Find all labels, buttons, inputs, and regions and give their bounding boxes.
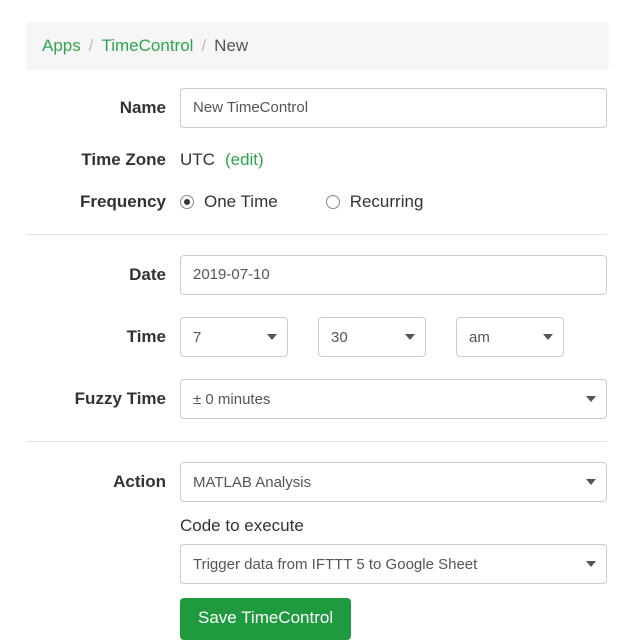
frequency-recurring-radio[interactable]: Recurring xyxy=(326,192,424,212)
save-timecontrol-button[interactable]: Save TimeControl xyxy=(180,598,351,640)
fuzzy-time-label: Fuzzy Time xyxy=(26,389,180,409)
time-minute-value: 30 xyxy=(331,329,348,346)
radio-icon xyxy=(326,195,340,209)
chevron-down-icon xyxy=(586,479,596,485)
time-hour-value: 7 xyxy=(193,329,201,346)
divider xyxy=(26,441,607,442)
radio-icon xyxy=(180,195,194,209)
code-to-execute-value: Trigger data from IFTTT 5 to Google Shee… xyxy=(193,556,477,573)
frequency-label: Frequency xyxy=(26,192,180,212)
action-select[interactable]: MATLAB Analysis xyxy=(180,462,607,502)
breadcrumb-apps-link[interactable]: Apps xyxy=(42,36,81,56)
time-label: Time xyxy=(26,327,180,347)
chevron-down-icon xyxy=(543,334,553,340)
chevron-down-icon xyxy=(267,334,277,340)
fuzzy-time-select[interactable]: ± 0 minutes xyxy=(180,379,607,419)
breadcrumb-timecontrol-link[interactable]: TimeControl xyxy=(101,36,193,56)
breadcrumb-current: New xyxy=(214,36,248,56)
chevron-down-icon xyxy=(405,334,415,340)
action-label: Action xyxy=(26,472,180,492)
chevron-down-icon xyxy=(586,561,596,567)
time-ampm-value: am xyxy=(469,329,490,346)
code-to-execute-select[interactable]: Trigger data from IFTTT 5 to Google Shee… xyxy=(180,544,607,584)
timezone-value: UTC xyxy=(180,150,215,170)
code-to-execute-label: Code to execute xyxy=(180,516,607,536)
frequency-recurring-label: Recurring xyxy=(350,192,424,212)
divider xyxy=(26,234,607,235)
time-hour-select[interactable]: 7 xyxy=(180,317,288,357)
timezone-label: Time Zone xyxy=(26,150,180,170)
name-input[interactable] xyxy=(180,88,607,128)
time-ampm-select[interactable]: am xyxy=(456,317,564,357)
breadcrumb-sep: / xyxy=(89,36,94,56)
name-label: Name xyxy=(26,98,180,118)
frequency-one-time-label: One Time xyxy=(204,192,278,212)
breadcrumb: Apps / TimeControl / New xyxy=(26,22,609,70)
fuzzy-time-value: ± 0 minutes xyxy=(193,391,270,408)
date-input[interactable] xyxy=(180,255,607,295)
chevron-down-icon xyxy=(586,396,596,402)
action-value: MATLAB Analysis xyxy=(193,474,311,491)
time-minute-select[interactable]: 30 xyxy=(318,317,426,357)
timezone-edit-link[interactable]: (edit) xyxy=(225,150,264,170)
frequency-one-time-radio[interactable]: One Time xyxy=(180,192,278,212)
date-label: Date xyxy=(26,265,180,285)
breadcrumb-sep: / xyxy=(201,36,206,56)
